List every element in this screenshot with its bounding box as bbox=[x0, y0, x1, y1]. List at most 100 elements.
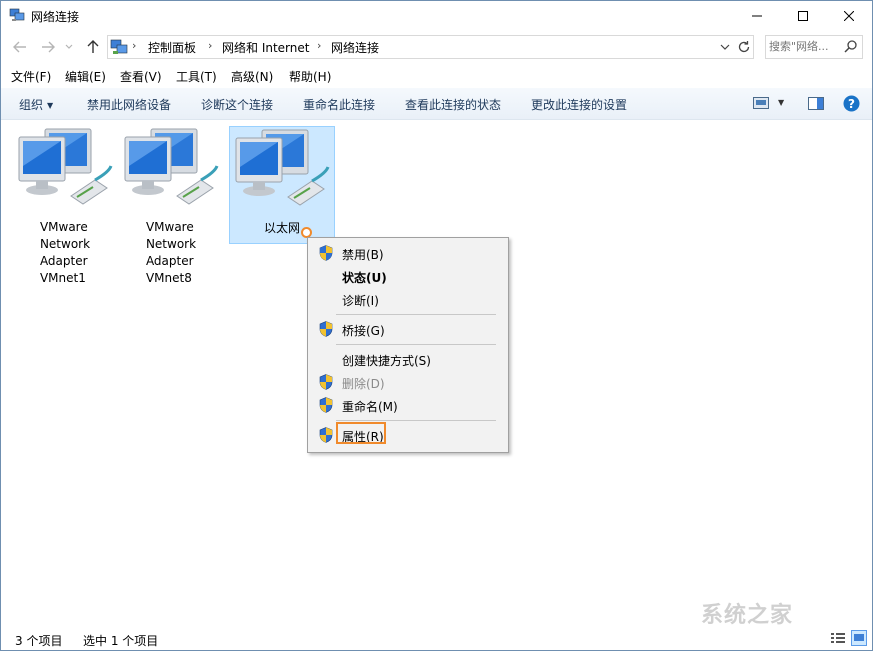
network-folder-icon bbox=[9, 8, 25, 21]
item-label: VMware Network Adapter VMnet1 bbox=[40, 219, 90, 287]
refresh-icon[interactable] bbox=[736, 39, 752, 55]
search-icon bbox=[844, 40, 857, 53]
explorer-window: 网络连接 › 控制面板 › 网络和 Internet › 网络连接 搜索"网络.… bbox=[0, 0, 873, 651]
item-label-line: Adapter bbox=[145, 254, 194, 268]
change-settings-button[interactable]: 更改此连接的设置 bbox=[531, 96, 627, 113]
menu-item-label: 删除(D) bbox=[342, 377, 385, 391]
details-view-icon[interactable] bbox=[830, 630, 846, 646]
breadcrumb-control-panel[interactable]: 控制面板 bbox=[148, 39, 196, 56]
menu-tools[interactable]: 工具(T) bbox=[176, 68, 217, 85]
minimize-icon bbox=[752, 15, 762, 17]
command-bar: 组织 ▼ 禁用此网络设备 诊断这个连接 重命名此连接 查看此连接的状态 更改此连接… bbox=[1, 88, 872, 120]
minimize-button[interactable] bbox=[734, 1, 780, 31]
view-status-button[interactable]: 查看此连接的状态 bbox=[405, 96, 501, 113]
maximize-icon bbox=[798, 11, 808, 21]
organize-label: 组织 bbox=[19, 98, 44, 112]
close-button[interactable] bbox=[826, 1, 872, 31]
breadcrumb-network-connections[interactable]: 网络连接 bbox=[331, 39, 379, 56]
address-row: › 控制面板 › 网络和 Internet › 网络连接 bbox=[1, 31, 872, 63]
preview-pane-icon[interactable] bbox=[808, 97, 824, 110]
chevron-down-icon bbox=[65, 44, 73, 49]
item-label-line: VMware bbox=[145, 220, 194, 234]
uac-shield-icon bbox=[319, 245, 333, 261]
help-icon[interactable]: ? bbox=[843, 95, 860, 112]
breadcrumb-separator-icon: › bbox=[132, 39, 137, 52]
item-label: VMware Network Adapter VMnet8 bbox=[146, 219, 196, 287]
change-view-icon[interactable] bbox=[753, 97, 769, 109]
uac-shield-icon bbox=[319, 427, 333, 443]
item-label-line: Adapter bbox=[39, 254, 88, 268]
ethernet-connection[interactable]: 以太网 bbox=[229, 126, 335, 244]
menu-bar: 文件(F) 编辑(E) 查看(V) 工具(T) 高级(N) 帮助(H) bbox=[1, 65, 872, 87]
arrow-up-icon bbox=[87, 40, 99, 53]
arrow-left-icon bbox=[13, 41, 26, 53]
title-bar[interactable]: 网络连接 bbox=[1, 1, 872, 31]
menu-item-label: 创建快捷方式(S) bbox=[342, 354, 431, 368]
forward-button[interactable] bbox=[39, 39, 57, 55]
recent-locations-button[interactable] bbox=[63, 39, 75, 55]
rename-connection-button[interactable]: 重命名此连接 bbox=[303, 96, 375, 113]
window-title: 网络连接 bbox=[31, 10, 80, 24]
item-label-line: VMnet1 bbox=[39, 271, 86, 285]
menu-item-diagnose[interactable]: 诊断(I) bbox=[308, 288, 508, 310]
properties-highlight bbox=[336, 422, 386, 444]
uac-shield-icon bbox=[319, 374, 333, 390]
breadcrumb-network-internet[interactable]: 网络和 Internet bbox=[222, 39, 309, 56]
network-adapter-vmnet8[interactable]: VMware Network Adapter VMnet8 bbox=[119, 126, 223, 287]
menu-help[interactable]: 帮助(H) bbox=[289, 68, 331, 85]
menu-item-label: 桥接(G) bbox=[342, 324, 385, 338]
breadcrumb-separator-icon: › bbox=[208, 39, 213, 52]
watermark-logo: 系统之家 bbox=[701, 603, 794, 628]
diagnose-connection-button[interactable]: 诊断这个连接 bbox=[201, 96, 273, 113]
menu-item-label: 状态(U) bbox=[342, 271, 387, 285]
large-icons-view-icon[interactable] bbox=[851, 630, 867, 646]
view-options-arrow-icon[interactable]: ▼ bbox=[778, 98, 784, 107]
menu-item-label: 诊断(I) bbox=[342, 294, 379, 308]
item-label: 以太网 bbox=[264, 220, 300, 237]
item-label-line: Network bbox=[39, 237, 91, 251]
item-label-line: 以太网 bbox=[263, 221, 300, 235]
item-label-line: Network bbox=[145, 237, 197, 251]
menu-item-label: 禁用(B) bbox=[342, 248, 384, 262]
network-connection-icon bbox=[235, 129, 330, 206]
search-box[interactable] bbox=[765, 35, 863, 59]
address-bar[interactable]: › 控制面板 › 网络和 Internet › 网络连接 bbox=[107, 35, 754, 59]
uac-shield-icon bbox=[319, 321, 333, 337]
context-menu: 禁用(B) 状态(U) 诊断(I) 桥接(G) 创建快捷方式(S) 删除(D) … bbox=[307, 237, 509, 453]
maximize-button[interactable] bbox=[780, 1, 826, 31]
item-label-line: VMnet8 bbox=[145, 271, 192, 285]
network-adapter-vmnet1[interactable]: VMware Network Adapter VMnet1 bbox=[13, 126, 117, 287]
menu-item-bridge[interactable]: 桥接(G) bbox=[308, 318, 508, 340]
disable-device-button[interactable]: 禁用此网络设备 bbox=[87, 96, 171, 113]
arrow-right-icon bbox=[42, 41, 55, 53]
svg-text:?: ? bbox=[848, 97, 855, 111]
close-icon bbox=[844, 11, 854, 21]
chevron-down-icon[interactable] bbox=[718, 39, 732, 55]
up-button[interactable] bbox=[84, 39, 102, 55]
menu-file[interactable]: 文件(F) bbox=[11, 68, 51, 85]
menu-separator bbox=[336, 314, 496, 315]
dropdown-arrow-icon: ▼ bbox=[47, 101, 54, 110]
menu-edit[interactable]: 编辑(E) bbox=[65, 68, 106, 85]
menu-advanced[interactable]: 高级(N) bbox=[231, 68, 273, 85]
menu-item-rename[interactable]: 重命名(M) bbox=[308, 394, 508, 416]
status-bar: 3 个项目 选中 1 个项目 bbox=[1, 627, 872, 650]
menu-item-status[interactable]: 状态(U) bbox=[308, 265, 508, 287]
menu-item-create-shortcut[interactable]: 创建快捷方式(S) bbox=[308, 348, 508, 370]
menu-item-disable[interactable]: 禁用(B) bbox=[308, 242, 508, 264]
organize-button[interactable]: 组织 ▼ bbox=[19, 96, 53, 113]
menu-item-delete: 删除(D) bbox=[308, 371, 508, 393]
network-connection-icon bbox=[18, 128, 113, 205]
network-connection-icon bbox=[124, 128, 219, 205]
menu-separator bbox=[336, 344, 496, 345]
selected-count: 选中 1 个项目 bbox=[83, 634, 159, 648]
item-label-line: VMware bbox=[39, 220, 88, 234]
control-panel-icon bbox=[110, 39, 128, 54]
menu-item-label: 重命名(M) bbox=[342, 400, 398, 414]
menu-separator bbox=[336, 420, 496, 421]
item-count: 3 个项目 bbox=[15, 634, 63, 648]
menu-view[interactable]: 查看(V) bbox=[120, 68, 162, 85]
back-button[interactable] bbox=[11, 39, 29, 55]
search-input[interactable] bbox=[769, 38, 839, 54]
breadcrumb-separator-icon: › bbox=[317, 39, 322, 52]
